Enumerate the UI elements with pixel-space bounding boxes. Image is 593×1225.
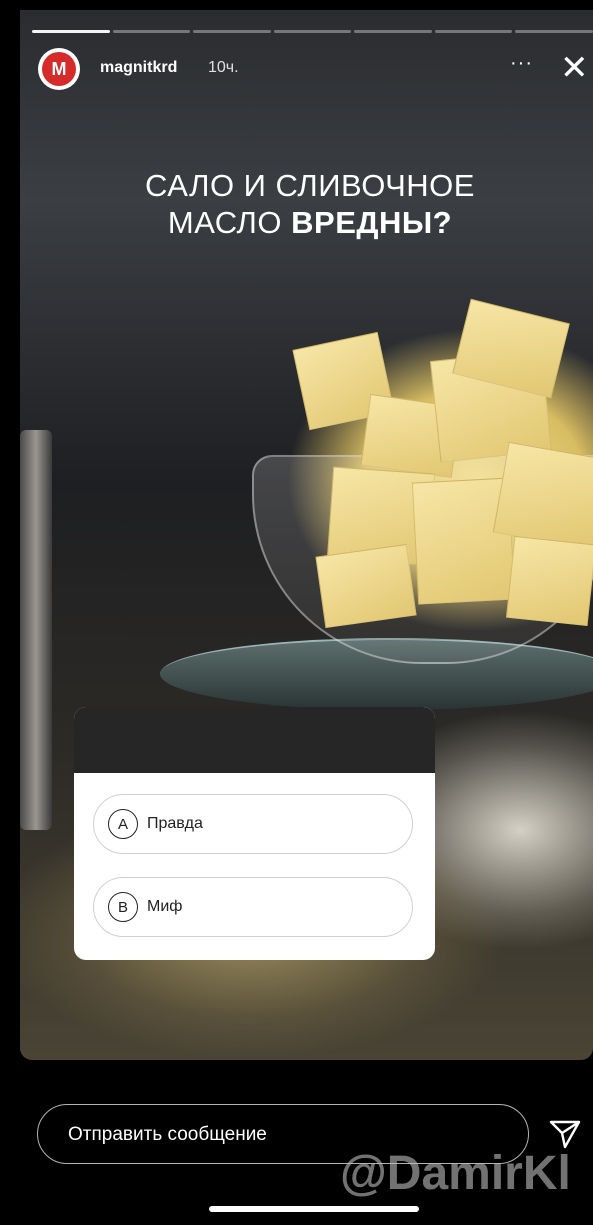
progress-segment bbox=[515, 30, 593, 33]
username[interactable]: magnitkrd bbox=[100, 59, 177, 77]
avatar[interactable]: М bbox=[38, 48, 80, 90]
quiz-sticker: A Правда B Миф bbox=[74, 707, 435, 960]
butter-cube bbox=[492, 441, 593, 551]
title-line-2-regular: МАСЛО bbox=[167, 205, 292, 240]
avatar-logo-icon: М bbox=[42, 52, 76, 86]
option-letter-badge: A bbox=[108, 809, 138, 839]
post-time: 10ч. bbox=[208, 59, 239, 76]
option-letter-badge: B bbox=[108, 892, 138, 922]
story-title: САЛО И СЛИВОЧНОЕ МАСЛО ВРЕДНЫ? bbox=[20, 167, 593, 241]
close-icon[interactable]: ✕ bbox=[560, 48, 589, 88]
watermark: @DamirKl bbox=[340, 1147, 571, 1200]
quiz-header bbox=[74, 707, 435, 773]
option-label: Миф bbox=[147, 898, 183, 915]
progress-segment bbox=[434, 30, 513, 33]
butter-cube bbox=[315, 543, 417, 629]
title-line-2: МАСЛО ВРЕДНЫ? bbox=[20, 204, 593, 241]
title-line-2-bold: ВРЕДНЫ? bbox=[291, 205, 453, 240]
progress-segment bbox=[32, 30, 110, 33]
option-label: Правда bbox=[147, 815, 203, 832]
quiz-option-b[interactable]: B Миф bbox=[93, 877, 413, 937]
butter-cube bbox=[505, 535, 593, 627]
message-input-placeholder: Отправить сообщение bbox=[68, 1124, 267, 1145]
progress-segment bbox=[112, 30, 191, 33]
story-header: М magnitkrd 10ч. ··· ✕ bbox=[38, 48, 593, 90]
title-line-1: САЛО И СЛИВОЧНОЕ bbox=[145, 168, 475, 203]
quiz-option-a[interactable]: A Правда bbox=[93, 794, 413, 854]
progress-segment bbox=[354, 30, 432, 33]
more-icon[interactable]: ··· bbox=[510, 52, 533, 75]
phone-screen: М magnitkrd 10ч. ··· ✕ САЛО И СЛИВОЧНОЕ … bbox=[0, 0, 593, 1225]
progress-segment bbox=[193, 30, 271, 33]
home-indicator[interactable] bbox=[209, 1206, 419, 1212]
progress-segment bbox=[273, 30, 352, 33]
story-progress-bar bbox=[32, 30, 593, 33]
vase-decoration bbox=[20, 430, 52, 830]
